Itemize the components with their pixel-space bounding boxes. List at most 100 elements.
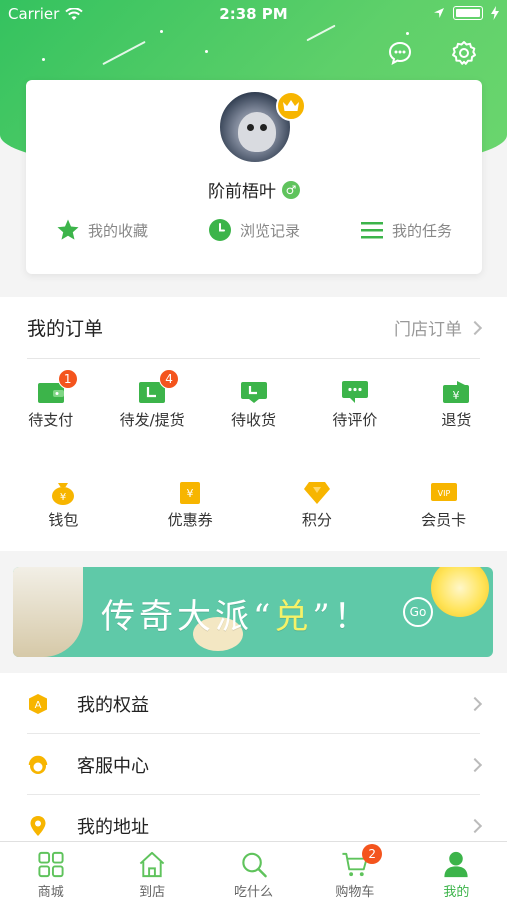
coupon-icon: ¥	[177, 481, 203, 504]
menu-item-rights[interactable]: A 我的权益	[0, 673, 507, 734]
order-status-row: 1 待支付 4 待发/提货 待收货 待评价 ¥ 退货	[0, 369, 507, 430]
tab-cart[interactable]: 2 购物车	[304, 842, 405, 900]
chevron-right-icon	[467, 320, 483, 335]
orders-title: 我的订单	[27, 318, 104, 340]
tab-label: 我的	[443, 885, 470, 900]
order-to-receive[interactable]: 待收货	[203, 381, 304, 430]
coupon-link[interactable]: ¥ 优惠券	[127, 481, 254, 530]
membership-card-link[interactable]: VIP 会员卡	[380, 481, 507, 530]
tab-label: 商城	[37, 885, 64, 900]
user-icon	[444, 851, 468, 878]
menu-list: A 我的权益 客服中心 我的地址	[0, 673, 507, 841]
avatar-figure	[238, 112, 276, 152]
chevron-right-icon	[467, 757, 483, 772]
order-pending-payment[interactable]: 1 待支付	[0, 369, 101, 430]
vip-card-icon: VIP	[430, 481, 457, 503]
banner-lemon-image	[431, 567, 489, 617]
decor-dot	[160, 30, 163, 33]
location-pin-icon	[30, 815, 46, 836]
order-status-label: 待收货	[231, 411, 277, 429]
tab-bar: 商城 到店 吃什么 2 购物车 我的	[0, 841, 507, 900]
username: 阶前梧叶	[208, 182, 276, 202]
menu-item-label: 我的地址	[77, 816, 149, 838]
order-to-review[interactable]: 待评价	[304, 381, 405, 430]
svg-text:¥: ¥	[453, 389, 460, 402]
order-returns[interactable]: ¥ 退货	[406, 381, 507, 430]
tasks-link[interactable]: 我的任务	[330, 215, 482, 245]
promo-banner[interactable]: 传奇大派“兑”！ Go	[13, 567, 493, 657]
tab-mall[interactable]: 商城	[0, 842, 101, 900]
grid-icon	[38, 851, 64, 878]
badge: 1	[57, 369, 78, 389]
banner-go-badge: Go	[403, 597, 433, 627]
shipping-box-icon: 4	[139, 369, 180, 403]
tab-what-to-eat[interactable]: 吃什么	[203, 842, 304, 900]
avatar-eye	[247, 124, 254, 131]
status-bar: Carrier 2:38 PM	[0, 0, 507, 28]
comment-icon	[341, 381, 368, 403]
orders-section: 我的订单 门店订单 1 待支付 4 待发/提货 待收货 待评价 ¥ 退货 ¥ 钱…	[0, 297, 507, 551]
headset-icon	[28, 755, 48, 774]
money-bag-icon: ¥	[50, 481, 76, 505]
clock-icon	[208, 219, 231, 241]
banner-text: 传奇大派“兑”！	[101, 589, 372, 638]
store-icon	[139, 851, 165, 878]
favorites-link[interactable]: 我的收藏	[26, 215, 178, 245]
tab-mine[interactable]: 我的	[406, 842, 507, 900]
avatar-eye	[260, 124, 267, 131]
cart-badge: 2	[362, 844, 383, 864]
history-label: 浏览记录	[239, 221, 300, 240]
history-link[interactable]: 浏览记录	[178, 215, 330, 245]
chat-bubble-icon[interactable]	[387, 40, 413, 66]
tab-label: 购物车	[335, 885, 375, 900]
search-icon	[241, 852, 267, 878]
male-gender-icon: ♂	[282, 180, 300, 199]
store-orders-label: 门店订单	[394, 320, 462, 340]
menu-item-customer-service[interactable]: 客服中心	[0, 734, 507, 795]
badge: 4	[159, 369, 180, 389]
decor-streak	[102, 40, 146, 66]
delivery-icon	[240, 381, 267, 403]
crown-icon	[276, 91, 306, 121]
tab-label: 吃什么	[234, 885, 274, 900]
asset-row: ¥ 钱包 ¥ 优惠券 积分 VIP 会员卡	[0, 481, 507, 530]
svg-text:¥: ¥	[60, 492, 66, 503]
charging-bolt-icon	[491, 6, 499, 20]
chevron-right-icon	[467, 818, 483, 833]
decor-dot	[205, 50, 208, 53]
banner-text-highlight: 兑	[274, 597, 313, 637]
favorites-label: 我的收藏	[87, 221, 148, 240]
decor-dot	[42, 58, 45, 61]
asset-label: 积分	[301, 511, 332, 529]
points-gem-icon	[303, 481, 330, 504]
asset-label: 优惠券	[167, 511, 213, 529]
banner-text-part: ”！	[312, 597, 372, 637]
gear-icon[interactable]	[451, 40, 477, 66]
tasks-label: 我的任务	[391, 221, 452, 240]
wallet-link[interactable]: ¥ 钱包	[0, 481, 127, 530]
asset-label: 会员卡	[421, 511, 467, 529]
order-status-label: 待评价	[332, 411, 378, 429]
points-link[interactable]: 积分	[254, 481, 381, 530]
order-status-label: 待支付	[28, 411, 74, 429]
order-status-label: 退货	[441, 411, 472, 429]
asset-label: 钱包	[48, 511, 79, 529]
status-time: 2:38 PM	[219, 5, 288, 23]
tab-store[interactable]: 到店	[101, 842, 202, 900]
banner-text-part: 传奇大派“	[101, 597, 275, 637]
svg-text:VIP: VIP	[437, 489, 450, 498]
store-orders-link[interactable]: 门店订单	[394, 315, 483, 340]
chevron-right-icon	[467, 696, 483, 711]
quick-links: 我的收藏 浏览记录 我的任务	[26, 215, 482, 245]
username-row: 阶前梧叶 ♂	[26, 177, 482, 202]
tab-label: 到店	[139, 885, 166, 900]
profile-card: 阶前梧叶 ♂ 我的收藏 浏览记录 我的任务	[26, 80, 482, 274]
battery-icon	[453, 6, 483, 20]
order-to-ship[interactable]: 4 待发/提货	[101, 369, 202, 430]
svg-text:A: A	[35, 700, 42, 711]
star-icon	[57, 219, 79, 240]
menu-item-label: 我的权益	[77, 694, 149, 716]
order-status-label: 待发/提货	[119, 411, 185, 429]
return-icon: ¥	[443, 381, 470, 403]
rights-shield-icon: A	[29, 693, 47, 714]
